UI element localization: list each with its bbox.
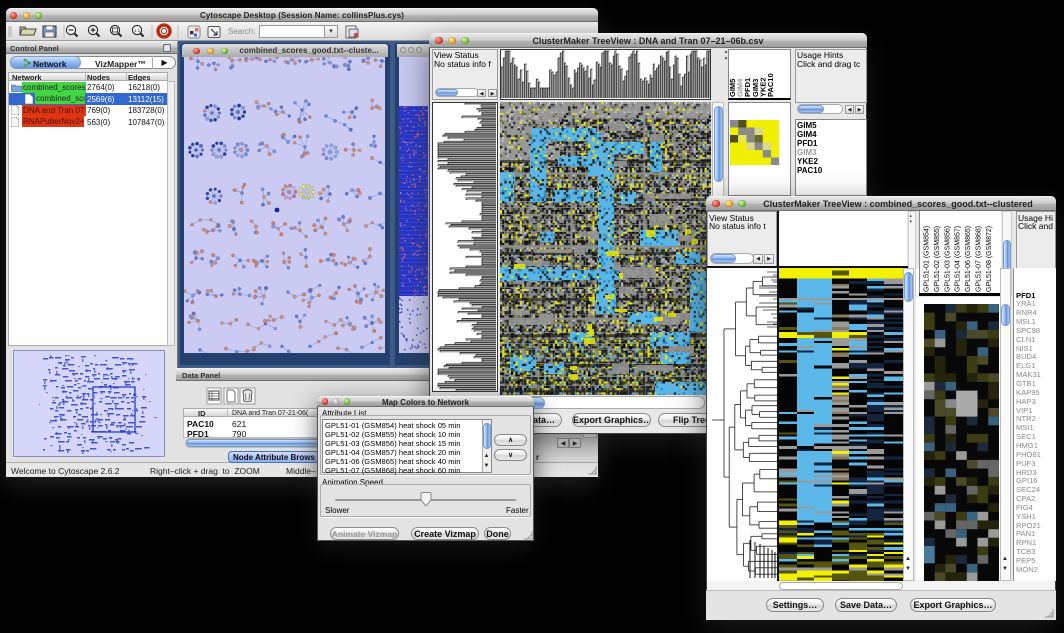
- svg-text:1:1: 1:1: [134, 28, 141, 33]
- svg-text:GPL51-04 (GSM857): GPL51-04 (GSM857): [955, 226, 962, 292]
- svg-text:GPL51-02 (GSM855): GPL51-02 (GSM855): [934, 226, 941, 292]
- svg-text:GPL51-06 (GSM865): GPL51-06 (GSM865): [965, 226, 972, 292]
- svg-text:GPL51-08 (GSM872): GPL51-08 (GSM872): [986, 226, 993, 292]
- svg-text:PAC10: PAC10: [766, 73, 775, 97]
- svg-text:GPL51-01 (GSM854): GPL51-01 (GSM854): [924, 226, 931, 292]
- svg-text:GPL51-07 (GSM868): GPL51-07 (GSM868): [976, 226, 983, 292]
- svg-text:GPL51-03 (GSM856): GPL51-03 (GSM856): [944, 226, 951, 292]
